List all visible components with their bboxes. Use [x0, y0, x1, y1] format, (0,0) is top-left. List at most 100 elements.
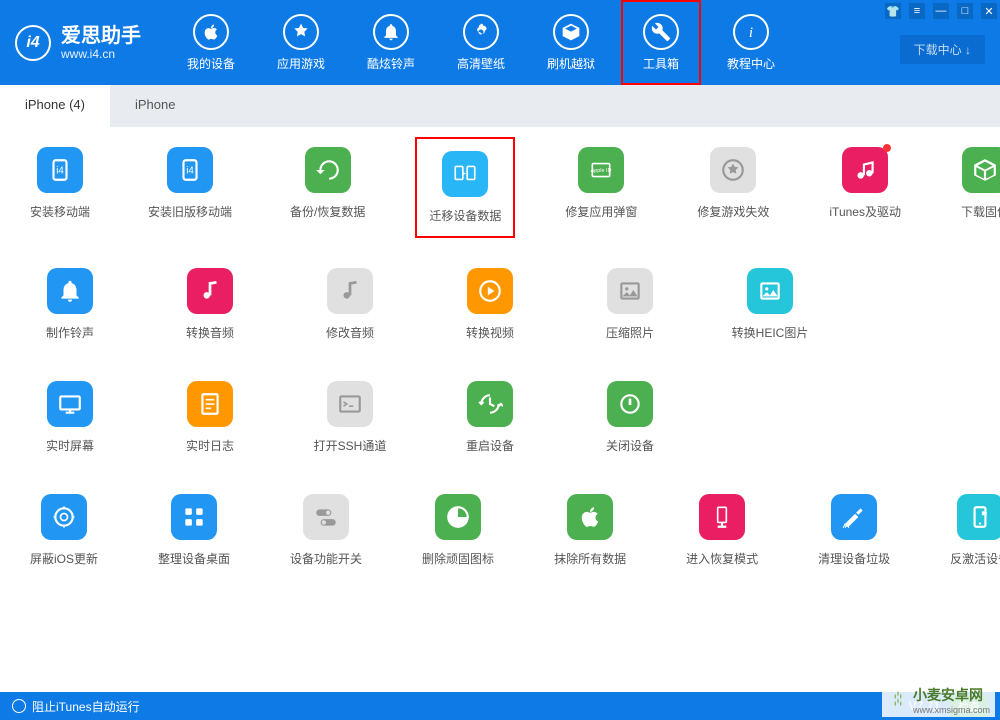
- badge-dot: [883, 144, 891, 152]
- tool-label: 清理设备垃圾: [818, 550, 890, 567]
- tab-iphone[interactable]: iPhone: [110, 85, 200, 127]
- footer-left[interactable]: 阻止iTunes自动运行: [12, 698, 140, 715]
- tool-item[interactable]: Apple ID修复应用弹窗: [565, 147, 637, 228]
- watermark: 小麦安卓网 www.xmsigma.com: [882, 683, 995, 717]
- tool-item[interactable]: i4安装移动端: [30, 147, 90, 228]
- box-icon: [553, 14, 589, 50]
- tool-icon: [842, 147, 888, 193]
- tool-item[interactable]: 实时日志: [170, 381, 250, 454]
- tool-label: 整理设备桌面: [158, 550, 230, 567]
- tool-icon: [47, 381, 93, 427]
- close-icon[interactable]: ✕: [981, 3, 997, 19]
- tool-label: 转换HEIC图片: [732, 324, 809, 341]
- tool-label: 转换音频: [186, 324, 234, 341]
- logo-text: 爱思助手 www.i4.cn: [61, 25, 141, 61]
- shirt-icon[interactable]: 👕: [885, 3, 901, 19]
- tool-item[interactable]: 删除顽固图标: [422, 494, 494, 567]
- tool-item[interactable]: 设备功能开关: [290, 494, 362, 567]
- tool-label: 压缩照片: [606, 324, 654, 341]
- bell-icon: [373, 14, 409, 50]
- tool-item[interactable]: 进入恢复模式: [686, 494, 758, 567]
- tool-item[interactable]: 转换HEIC图片: [730, 268, 810, 341]
- nav-ringtones[interactable]: 酷炫铃声: [351, 0, 431, 85]
- tool-icon: [171, 494, 217, 540]
- tool-item[interactable]: iTunes及驱动: [829, 147, 901, 228]
- tool-label: 修复游戏失效: [697, 203, 769, 220]
- tool-item[interactable]: 备份/恢复数据: [290, 147, 365, 228]
- nav-label: 工具箱: [643, 55, 679, 72]
- tool-item[interactable]: 实时屏幕: [30, 381, 110, 454]
- tool-label: 转换视频: [466, 324, 514, 341]
- header: i4 爱思助手 www.i4.cn 我的设备 应用游戏 酷炫铃声 高清壁纸 刷机…: [0, 0, 1000, 85]
- tool-label: 设备功能开关: [290, 550, 362, 567]
- tool-item[interactable]: 重启设备: [450, 381, 530, 454]
- nav-tutorials[interactable]: i 教程中心: [711, 0, 791, 85]
- tool-icon: [467, 268, 513, 314]
- tool-item[interactable]: 屏蔽iOS更新: [30, 494, 98, 567]
- minimize-icon[interactable]: —: [933, 3, 949, 19]
- tool-label: iTunes及驱动: [829, 203, 901, 220]
- tab-iphone-4[interactable]: iPhone (4): [0, 85, 110, 127]
- nav-label: 教程中心: [727, 55, 775, 72]
- tool-item[interactable]: 清理设备垃圾: [818, 494, 890, 567]
- tool-item[interactable]: 修改音频: [310, 268, 390, 341]
- maximize-icon[interactable]: □: [957, 3, 973, 19]
- tool-label: 实时日志: [186, 437, 234, 454]
- tool-item[interactable]: 打开SSH通道: [310, 381, 390, 454]
- tool-icon: [187, 381, 233, 427]
- tool-label: 抹除所有数据: [554, 550, 626, 567]
- nav-app-games[interactable]: 应用游戏: [261, 0, 341, 85]
- tool-item[interactable]: 下载固件: [961, 147, 1000, 228]
- tool-icon: [47, 268, 93, 314]
- window-controls: 👕 ≡ — □ ✕: [885, 3, 997, 19]
- nav-label: 应用游戏: [277, 55, 325, 72]
- tool-label: 修改音频: [326, 324, 374, 341]
- tool-item[interactable]: i4安装旧版移动端: [150, 147, 230, 228]
- nav-label: 酷炫铃声: [367, 55, 415, 72]
- download-center-button[interactable]: 下载中心 ↓: [900, 35, 985, 64]
- tool-icon: [442, 151, 488, 197]
- watermark-name: 小麦安卓网: [913, 687, 983, 703]
- menu-icon[interactable]: ≡: [909, 3, 925, 19]
- tool-label: 反激活设备: [950, 550, 1000, 567]
- tool-label: 关闭设备: [606, 437, 654, 454]
- tool-item[interactable]: 反激活设备: [950, 494, 1000, 567]
- nav-jailbreak[interactable]: 刷机越狱: [531, 0, 611, 85]
- tool-label: 备份/恢复数据: [290, 203, 365, 220]
- nav-items: 我的设备 应用游戏 酷炫铃声 高清壁纸 刷机越狱 工具箱 i 教程中心: [171, 0, 791, 85]
- nav-my-device[interactable]: 我的设备: [171, 0, 251, 85]
- content: i4安装移动端 i4安装旧版移动端备份/恢复数据 迁移设备数据 Apple ID修复应…: [0, 127, 1000, 627]
- tool-item[interactable]: 转换视频: [450, 268, 530, 341]
- tool-item[interactable]: 制作铃声: [30, 268, 110, 341]
- tool-item[interactable]: 迁移设备数据: [425, 147, 505, 228]
- tool-icon: [831, 494, 877, 540]
- apple-icon: [193, 14, 229, 50]
- tool-item[interactable]: 抹除所有数据: [554, 494, 626, 567]
- tool-icon: [710, 147, 756, 193]
- tool-label: 修复应用弹窗: [565, 203, 637, 220]
- tool-icon: [962, 147, 1000, 193]
- tools-row-4: 屏蔽iOS更新整理设备桌面 设备功能开关 删除顽固图标 抹除所有数据 进入恢复模式 清理设…: [30, 494, 970, 567]
- nav-toolbox[interactable]: 工具箱: [621, 0, 701, 85]
- nav-label: 我的设备: [187, 55, 235, 72]
- appstore-icon: [283, 14, 319, 50]
- svg-text:i: i: [749, 25, 753, 41]
- tool-icon: i4: [37, 147, 83, 193]
- info-icon: i: [733, 14, 769, 50]
- tool-label: 进入恢复模式: [686, 550, 758, 567]
- tool-item[interactable]: 修复游戏失效: [697, 147, 769, 228]
- tool-label: 删除顽固图标: [422, 550, 494, 567]
- wheat-icon: [887, 689, 909, 711]
- logo-icon: i4: [15, 25, 51, 61]
- tool-item[interactable]: 压缩照片: [590, 268, 670, 341]
- tool-item[interactable]: 转换音频: [170, 268, 250, 341]
- tools-row-3: 实时屏幕实时日志 打开SSH通道重启设备关闭设备: [30, 381, 970, 454]
- nav-label: 高清壁纸: [457, 55, 505, 72]
- nav-wallpapers[interactable]: 高清壁纸: [441, 0, 521, 85]
- tool-icon: [435, 494, 481, 540]
- tool-item[interactable]: 关闭设备: [590, 381, 670, 454]
- tool-icon: [607, 268, 653, 314]
- tool-item[interactable]: 整理设备桌面: [158, 494, 230, 567]
- tool-icon: [467, 381, 513, 427]
- tool-label: 制作铃声: [46, 324, 94, 341]
